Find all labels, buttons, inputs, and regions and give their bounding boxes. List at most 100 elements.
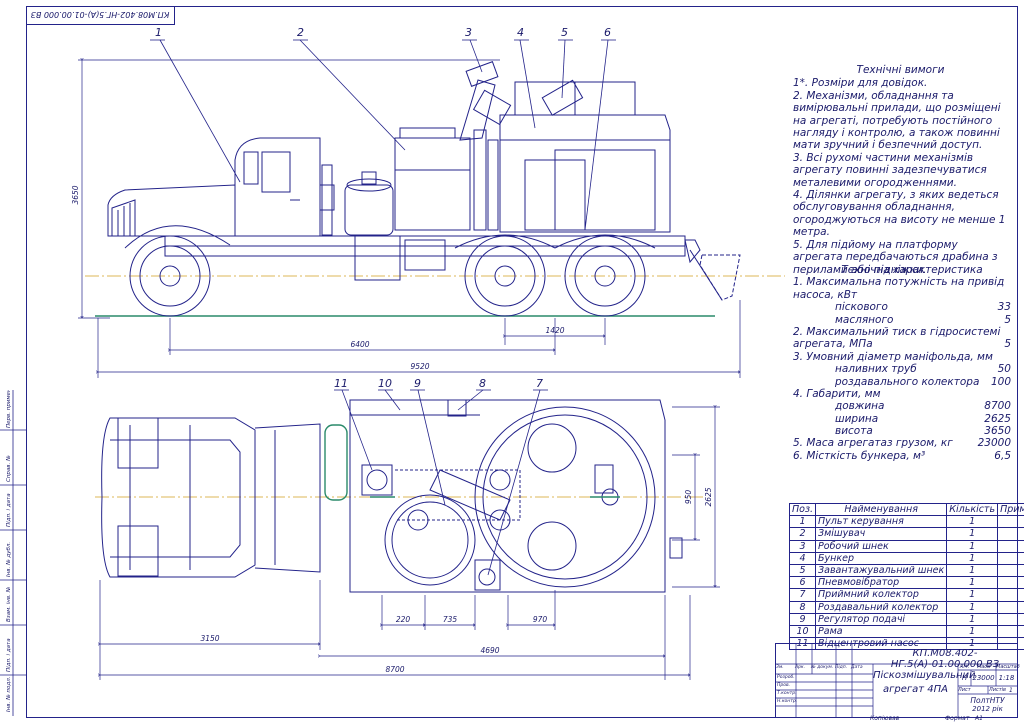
cell-note: [997, 539, 1024, 553]
callout-9: 9: [414, 377, 421, 390]
spec-value: 33: [997, 301, 1011, 314]
tb-name-line2: агрегат 4ПА: [883, 684, 948, 695]
cell-qty: 1: [946, 576, 999, 590]
table-row: 7 Приймний колектор 1: [788, 588, 1024, 602]
col-header-pos: Поз.: [788, 502, 817, 517]
cell-note: [997, 588, 1024, 602]
cell-note: [997, 563, 1024, 578]
tb-scale-value: 1:18: [998, 674, 1015, 682]
tech-req-item: 4. Ділянки агрегату, з яких ведеться обс…: [793, 189, 1006, 239]
tech-req-title: Технічні вимоги: [856, 64, 945, 76]
cell-qty: 1: [946, 612, 999, 626]
cell-note: [997, 576, 1024, 590]
dim-3150: 3150: [200, 634, 219, 643]
table-row: 8 Роздавальний колектор 1: [788, 600, 1024, 614]
callout-11: 11: [334, 377, 348, 390]
callout-1: 1: [155, 26, 162, 39]
callout-numbers: 1 2 3 4 5 6 7 8 9 10 11: [155, 26, 611, 390]
format-label: Формат: [945, 715, 970, 722]
spec-value: 5: [1004, 313, 1011, 326]
cell-note: [997, 624, 1024, 639]
tech-req-item: 2. Механізми, обладнання та вимірювальні…: [793, 89, 1001, 152]
title-block: КП.М08.402-НГ.5(А)-01.00.000 ВЗ Піскозмі…: [775, 643, 1020, 717]
tb-role-labels: Розроб. Пров. Т.контр. Н.контр.: [777, 674, 798, 706]
table-row: 2 Змішувач 1: [788, 527, 1024, 541]
callout-3: 3: [465, 26, 472, 39]
spec-label: 1. Максимальна потужність на привід: [793, 276, 1005, 289]
spec-value: 2625: [984, 412, 1011, 425]
cell-pos: 5: [788, 563, 817, 578]
spec-label: агрегата, МПа: [793, 338, 873, 351]
cell-qty: 1: [946, 539, 999, 553]
spec-row: агрегата, МПа 5: [793, 338, 1011, 350]
parts-table-header: Поз. Найменування Кількість Примітки: [788, 502, 1024, 517]
dim-220: 220: [396, 615, 411, 624]
cell-note: [997, 527, 1024, 541]
cell-name: Завантажувальний шнек: [815, 563, 948, 578]
dim-1420: 1420: [545, 326, 564, 335]
spec-row: роздавального колектора 100: [793, 376, 1011, 388]
spec-row: насоса, кВт: [793, 289, 1011, 301]
tb-scale-label: Масштаб: [996, 664, 1020, 670]
dim-9520: 9520: [410, 362, 429, 371]
spec-value: 100: [990, 375, 1011, 388]
table-row: 9 Регулятор подачі 1: [788, 612, 1024, 626]
cell-name: Пульт керування: [815, 515, 948, 529]
cell-name: Регулятор подачі: [815, 612, 948, 626]
cell-note: [997, 515, 1024, 529]
tb-mass-value: 23000: [972, 674, 995, 682]
tb-row-label: Дата: [851, 665, 863, 670]
callout-6: 6: [604, 26, 611, 39]
spec-value: 3650: [984, 425, 1011, 438]
spec-row: наливних труб 50: [793, 363, 1011, 375]
table-row: 1 Пульт керування 1: [788, 515, 1024, 529]
tb-row-label: № докум.: [811, 665, 834, 670]
spec-row: 4. Габарити, мм: [793, 388, 1011, 400]
cell-name: Бункер: [815, 551, 948, 565]
spec-value: 6,5: [994, 449, 1011, 462]
callout-4: 4: [517, 26, 524, 39]
table-row: 6 Пневмовібратор 1: [788, 576, 1024, 590]
cell-pos: 6: [788, 576, 817, 590]
tech-req-item: 1*. Розміри для довідок.: [793, 77, 928, 90]
spec-row: 3. Умовний діаметр маніфольда, мм: [793, 351, 1011, 363]
spec-label: наливних труб: [835, 363, 917, 376]
tb-org-line1: ПолтНТУ: [970, 696, 1005, 705]
tech-specs-title: Технічна характеристика: [841, 264, 983, 276]
tech-requirements: Технічні вимоги 1*. Розміри для довідок.…: [793, 64, 1008, 276]
dimension-values: 3650 1420 6400 9520 220 735 970 3150 469…: [71, 185, 713, 674]
cell-name: Рама: [815, 624, 948, 639]
spec-label: 3. Умовний діаметр маніфольда, мм: [793, 350, 993, 363]
dim-970: 970: [533, 615, 548, 624]
cell-pos: 7: [788, 588, 817, 602]
dim-height: 3650: [71, 185, 80, 204]
plan-dimensions: [100, 407, 720, 680]
spec-label: 5. Маса агрегатаз грузом, кг: [793, 437, 953, 450]
cell-name: Приймний колектор: [815, 588, 948, 602]
tb-role-label: Н.контр.: [777, 699, 798, 704]
dim-735: 735: [443, 615, 458, 624]
copied-label: Копіював: [870, 715, 900, 722]
spec-value: 8700: [984, 400, 1011, 413]
dim-950: 950: [684, 490, 693, 505]
tb-role-label: Розроб.: [777, 675, 795, 680]
spec-row: піскового 33: [793, 301, 1011, 313]
cell-qty: 1: [946, 600, 999, 614]
cell-qty: 1: [946, 563, 999, 578]
spec-label: висота: [835, 425, 873, 438]
parts-table-box: Поз. Найменування Кількість Примітки 1Пу…: [788, 502, 1024, 651]
cell-qty: 1: [946, 588, 999, 602]
callout-7: 7: [536, 377, 543, 390]
dim-8700: 8700: [385, 665, 404, 674]
tech-specs: Технічна характеристика 1. Максимальна п…: [793, 264, 1011, 462]
tb-mass-label: Маса: [976, 664, 991, 670]
tb-name-line1: Піскозмішувальний: [873, 670, 976, 681]
dim-6400: 6400: [350, 340, 369, 349]
spec-label: насоса, кВт: [793, 288, 858, 301]
spec-row: довжина 8700: [793, 400, 1011, 412]
tb-role-label: Т.контр.: [777, 691, 797, 696]
tb-row-label: Зм.: [776, 665, 784, 670]
cell-note: [997, 600, 1024, 614]
tb-lit-value: Н: [961, 674, 968, 682]
cell-pos: 4: [788, 551, 817, 565]
